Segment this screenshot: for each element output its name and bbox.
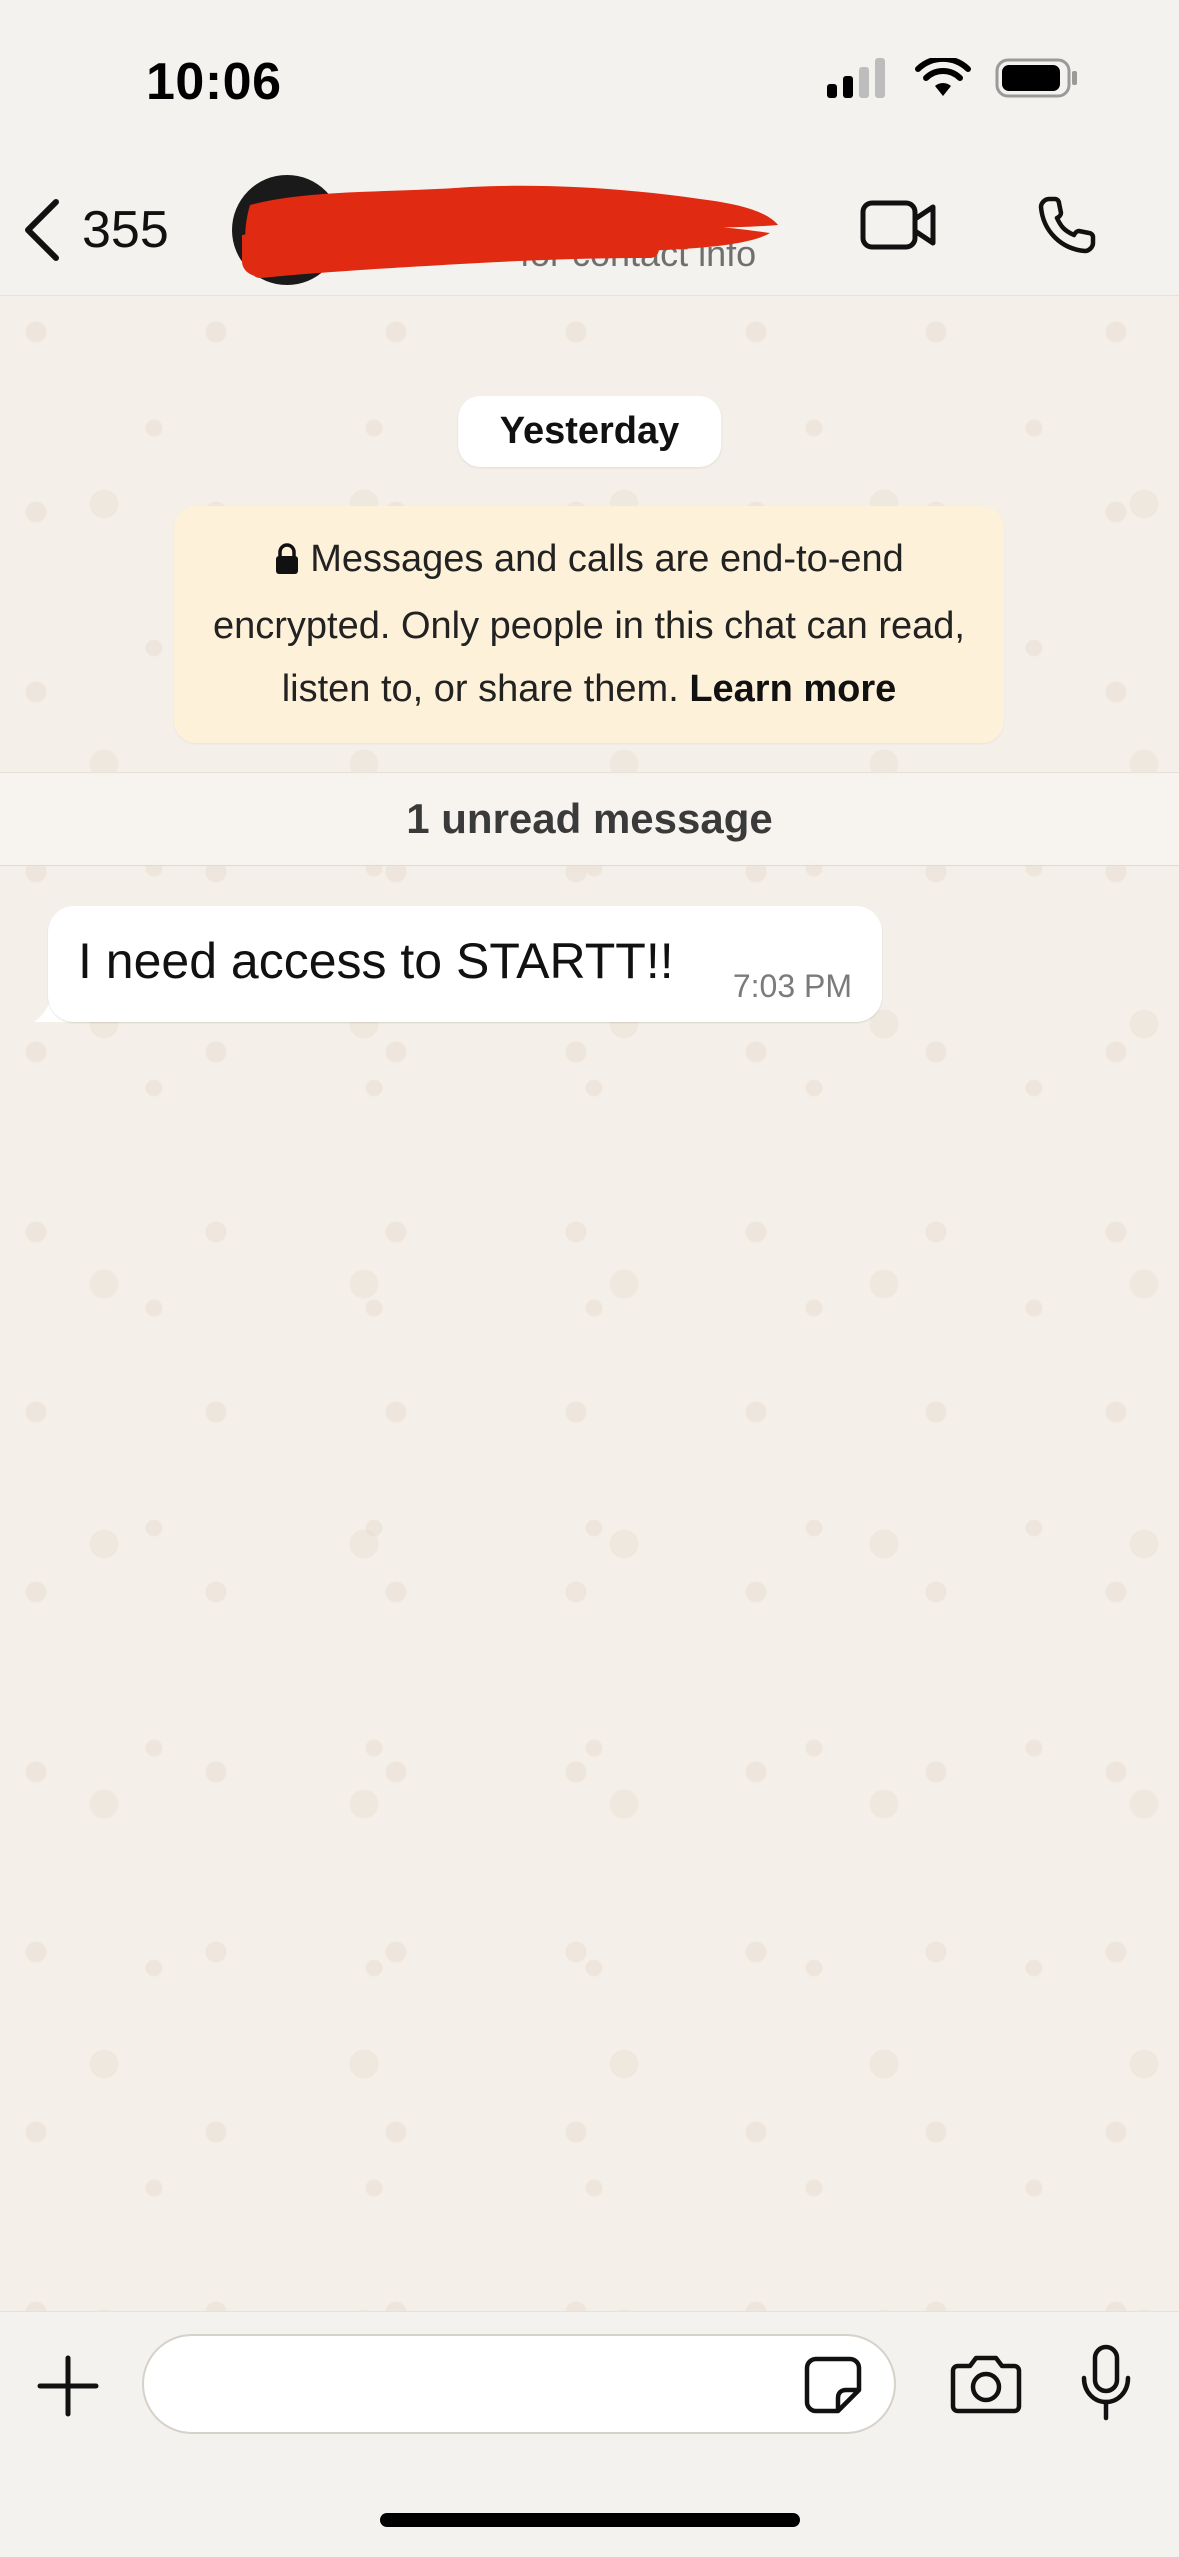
encryption-notice[interactable]: Messages and calls are end-to-end encryp… — [174, 506, 1004, 743]
status-bar: 10:06 — [0, 0, 1179, 165]
camera-icon[interactable] — [950, 2352, 1022, 2414]
redaction-mark — [242, 185, 778, 278]
chevron-left-icon — [25, 199, 59, 261]
phone-icon[interactable] — [1035, 193, 1099, 257]
back-button[interactable]: 355 — [20, 195, 169, 265]
lock-icon — [274, 532, 300, 595]
wifi-icon — [915, 58, 971, 96]
home-indicator — [380, 2513, 800, 2527]
message-time: 7:03 PM — [732, 968, 852, 1004]
message-input[interactable] — [142, 2334, 896, 2434]
learn-more-link[interactable]: Learn more — [689, 668, 896, 710]
plus-icon[interactable] — [36, 2354, 100, 2418]
message-text: I need access to STARTT!! — [78, 933, 674, 989]
date-separator: Yesterday — [457, 396, 722, 467]
status-icons — [827, 58, 1079, 98]
video-camera-icon[interactable] — [859, 197, 939, 253]
microphone-icon[interactable] — [1078, 2344, 1134, 2422]
unread-chats-count: 355 — [82, 201, 169, 259]
cellular-signal-icon — [827, 58, 885, 98]
header-actions — [859, 193, 1099, 257]
message-bubble[interactable]: I need access to STARTT!! 7:03 PM — [48, 906, 882, 1022]
status-time: 10:06 — [146, 53, 282, 111]
unread-messages-divider: 1 unread message — [0, 772, 1179, 866]
chat-area[interactable]: Yesterday Messages and calls are end-to-… — [0, 296, 1179, 2311]
battery-icon — [995, 58, 1077, 98]
input-bar — [0, 2311, 1179, 2557]
sticker-icon[interactable] — [804, 2356, 862, 2414]
chat-header: 355 for contact info — [0, 165, 1179, 296]
